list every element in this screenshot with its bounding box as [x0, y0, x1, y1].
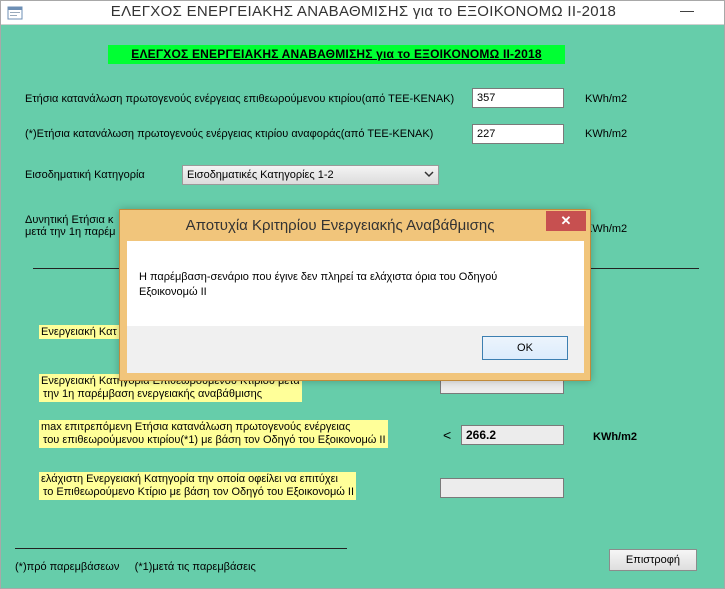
dialog-message-line2: Εξοικονομώ ΙΙ: [139, 286, 207, 298]
ok-button[interactable]: OK: [482, 336, 568, 360]
potential-consumption-label-2: μετά την 1η παρέμ: [25, 226, 116, 238]
max-allowed-output: 266.2: [461, 425, 564, 445]
min-category-label: ελάχιστη Ενεργειακή Κατηγορία την οποία …: [39, 472, 357, 500]
reference-consumption-input[interactable]: [472, 124, 564, 144]
footnote-line: [15, 548, 347, 549]
dialog-message: Η παρέμβαση-σενάριο που έγινε δεν πληρεί…: [139, 270, 559, 300]
max-allowed-line2: του επιθεωρούμενου κτιρίου(*1) με βάση τ…: [43, 434, 386, 446]
energy-category-after-line2: την 1η παρέμβαση ενεργειακής αναβάθμισης: [43, 388, 263, 400]
income-category-select[interactable]: Εισοδηματικές Κατηγορίες 1-2: [182, 165, 439, 185]
potential-consumption-unit: KWh/m2: [585, 223, 628, 235]
min-category-output: [440, 478, 564, 498]
energy-category-before-label: Ενεργειακή Κατ: [39, 325, 119, 339]
reference-consumption-unit: KWh/m2: [585, 128, 628, 140]
max-allowed-line1: max επιτρεπόμενη Ετήσια κατανάλωση πρωτο…: [41, 421, 351, 433]
inspected-consumption-input[interactable]: [472, 88, 564, 108]
chevron-down-icon: [424, 167, 434, 188]
return-button[interactable]: Επιστροφή: [609, 549, 697, 571]
title-bar: ΕΛΕΓΧΟΣ ΕΝΕΡΓΕΙΑΚΗΣ ΑΝΑΒΑΘΜΙΣΗΣ για το Ε…: [1, 1, 724, 25]
min-category-line1: ελάχιστη Ενεργειακή Κατηγορία την οποία …: [41, 473, 338, 485]
income-category-label: Εισοδηματική Κατηγορία: [25, 169, 145, 181]
reference-consumption-label: (*)Ετήσια κατανάλωση πρωτογενούς ενέργει…: [25, 128, 434, 140]
footnote-text: (*)πρό παρεμβάσεων (*1)μετά τις παρεμβάσ…: [15, 561, 256, 573]
window-title: ΕΛΕΓΧΟΣ ΕΝΕΡΓΕΙΑΚΗΣ ΑΝΑΒΑΘΜΙΣΗΣ για το Ε…: [110, 3, 617, 20]
max-allowed-unit: KWh/m2: [593, 431, 637, 443]
dialog-body: Η παρέμβαση-σενάριο που έγινε δεν πληρεί…: [127, 241, 584, 326]
max-allowed-label: max επιτρεπόμενη Ετήσια κατανάλωση πρωτο…: [39, 420, 388, 448]
dialog-footer: OK: [127, 326, 584, 373]
error-dialog: Αποτυχία Κριτηρίου Ενεργειακής Αναβάθμισ…: [119, 209, 591, 381]
minimize-button[interactable]: —: [673, 1, 701, 23]
dialog-message-line1: Η παρέμβαση-σενάριο που έγινε δεν πληρεί…: [139, 271, 498, 283]
main-window: ΕΛΕΓΧΟΣ ΕΝΕΡΓΕΙΑΚΗΣ ΑΝΑΒΑΘΜΙΣΗΣ για το Ε…: [0, 0, 725, 589]
min-category-line2: το Επιθεωρούμενο Κτίριο με βάση τον Οδηγ…: [43, 486, 355, 498]
dialog-close-button[interactable]: ✕: [546, 211, 586, 231]
dialog-title: Αποτυχία Κριτηρίου Ενεργειακής Αναβάθμισ…: [185, 217, 495, 234]
inspected-consumption-label: Ετήσια κατανάλωση πρωτογενούς ενέργειας …: [25, 93, 455, 105]
less-than-sign: <: [443, 427, 452, 443]
close-icon: ✕: [560, 213, 572, 228]
income-category-selected: Εισοδηματικές Κατηγορίες 1-2: [187, 169, 334, 181]
inspected-consumption-unit: KWh/m2: [585, 93, 628, 105]
form-header: ΕΛΕΓΧΟΣ ΕΝΕΡΓΕΙΑΚΗΣ ΑΝΑΒΑΘΜΙΣΗΣ για το Ε…: [108, 45, 565, 64]
